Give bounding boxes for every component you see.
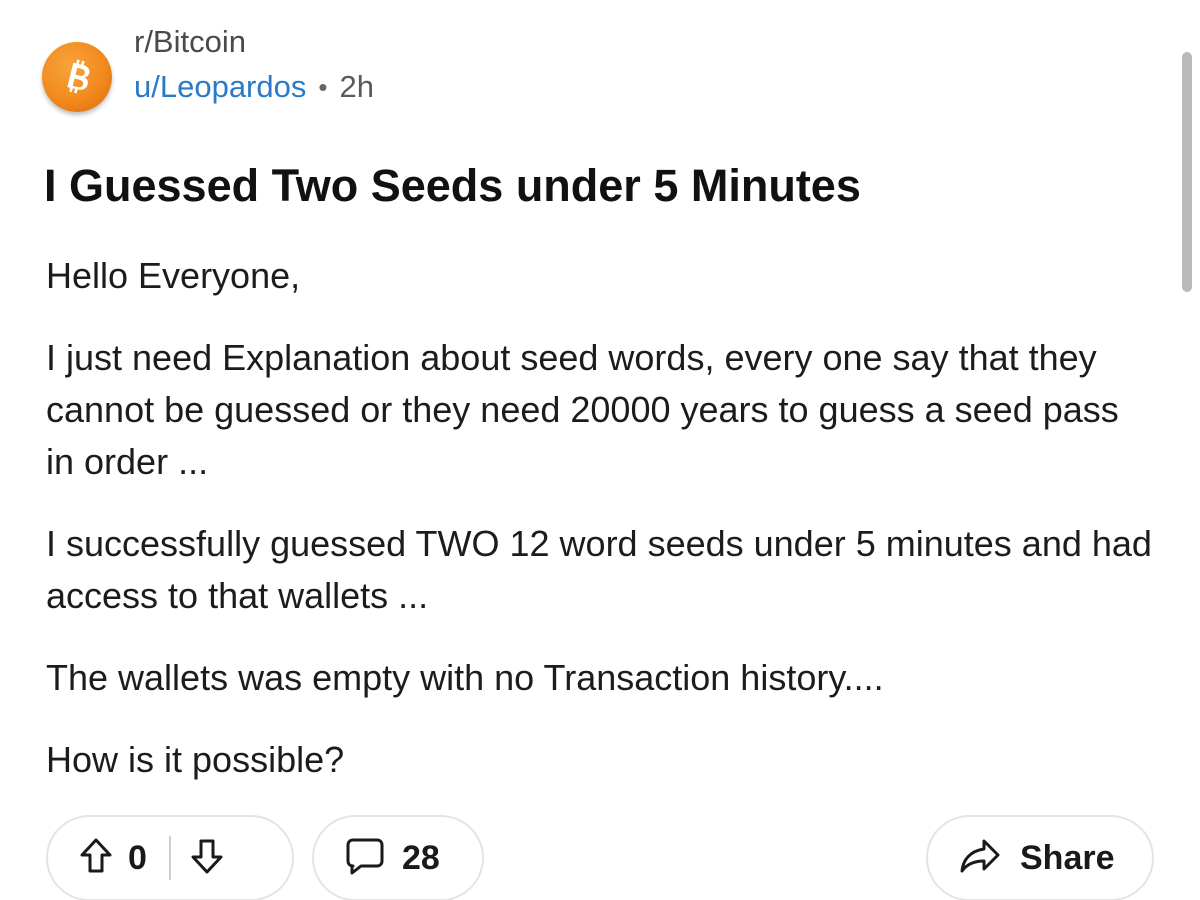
post-paragraph: The wallets was empty with no Transactio… — [46, 657, 884, 698]
post-age: 2h — [339, 69, 374, 104]
comments-button[interactable]: 28 — [312, 815, 484, 900]
post-paragraph: I just need Explanation about seed words… — [46, 337, 1119, 482]
subreddit-name[interactable]: r/Bitcoin — [134, 22, 374, 62]
post-title: I Guessed Two Seeds under 5 Minutes — [44, 160, 861, 211]
post-meta: r/Bitcoin u/Leopardos • 2h — [134, 22, 374, 112]
arrow-down-icon[interactable] — [189, 836, 225, 881]
post-header: r/Bitcoin u/Leopardos • 2h — [42, 22, 374, 112]
post-paragraph: I successfully guessed TWO 12 word seeds… — [46, 523, 1152, 616]
share-label: Share — [1020, 838, 1115, 877]
arrow-up-icon[interactable] — [78, 836, 114, 881]
vote-count: 0 — [128, 838, 147, 877]
share-button[interactable]: Share — [926, 815, 1154, 900]
post-paragraph: Hello Everyone, — [46, 255, 301, 296]
author-username[interactable]: u/Leopardos — [134, 62, 306, 112]
meta-separator: • — [318, 72, 328, 102]
post-paragraph: How is it possible? — [46, 739, 345, 780]
bitcoin-logo-icon[interactable] — [42, 42, 112, 112]
share-arrow-icon — [958, 836, 1002, 881]
scrollbar[interactable] — [1182, 52, 1192, 292]
vote-control: 0 — [46, 815, 294, 900]
comment-count: 28 — [402, 838, 440, 877]
post-byline: u/Leopardos • 2h — [134, 62, 374, 112]
speech-bubble-icon — [344, 836, 386, 881]
vote-divider — [168, 836, 171, 880]
post-action-bar: 0 28 Share — [46, 815, 1154, 900]
bitcoin-b-glyph — [67, 59, 90, 94]
post-body: Hello Everyone, I just need Explanation … — [46, 250, 1156, 816]
post-page: r/Bitcoin u/Leopardos • 2h I Guessed Two… — [0, 0, 1200, 900]
